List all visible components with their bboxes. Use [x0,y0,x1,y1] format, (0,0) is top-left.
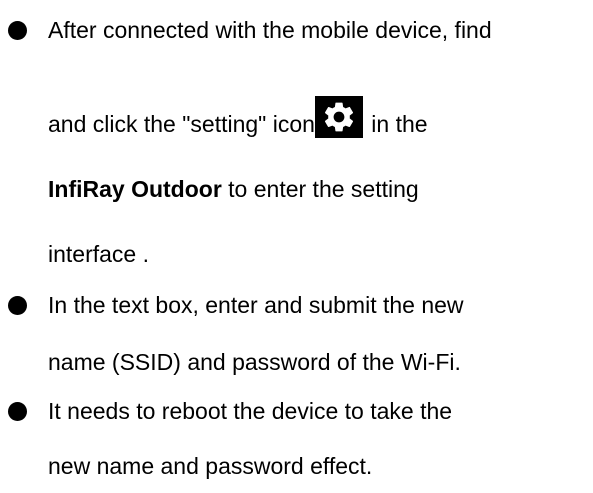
bullet-1-line-2-tail: in the [364,111,428,137]
bullet-1-line-3: InfiRay Outdoor to enter the setting [48,176,419,202]
bullet-1-line-2-text: and click the "setting" icon [48,111,315,137]
bullet-dot [8,402,27,421]
bullet-1-line-3-tail: to enter the setting [221,176,419,202]
bullet-1-line-1: After connected with the mobile device, … [48,17,492,43]
bullet-2-line-1: In the text box, enter and submit the ne… [48,292,464,318]
bullet-dot [8,296,27,315]
bullet-2-line-2: name (SSID) and password of the Wi-Fi. [48,349,461,375]
bullet-dot [8,21,27,40]
bullet-1-line-4: interface . [48,241,149,267]
app-name: InfiRay Outdoor [48,176,222,202]
bullet-3-line-2: new name and password effect. [48,453,373,479]
gear-icon [314,96,363,138]
bullet-3-line-1: It needs to reboot the device to take th… [48,398,453,424]
bullet-1-line-2: and click the "setting" icon in the [48,96,428,138]
